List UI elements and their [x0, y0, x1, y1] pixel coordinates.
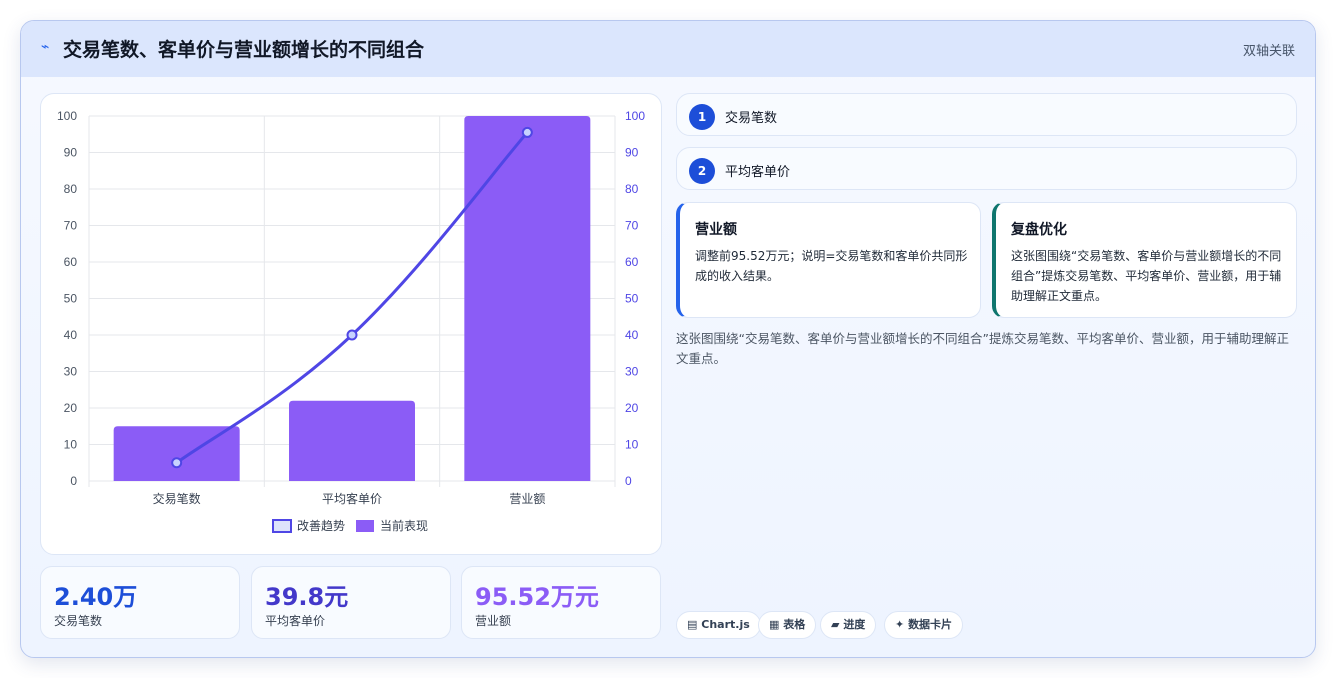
y2-axis-tick-label: 100: [625, 109, 645, 123]
y-axis-tick-label: 90: [64, 146, 78, 160]
legend-swatch-current: [356, 520, 374, 532]
chip-progress[interactable]: ▰ 进度: [820, 611, 877, 639]
table-icon: ▦: [769, 618, 780, 631]
step-label: 交易笔数: [725, 111, 778, 126]
header-tag: 双轴关联: [1242, 44, 1295, 59]
trend-line-icon: ⌁: [41, 39, 50, 55]
bar-2: [464, 116, 591, 481]
bar-1: [289, 400, 415, 481]
chart-icon: ▤: [687, 618, 698, 631]
y2-axis-tick-label: 0: [625, 474, 632, 488]
chip-data-card[interactable]: ✦ 数据卡片: [884, 611, 964, 639]
step-number: 2: [689, 158, 715, 184]
kpi-value: 2.40万: [54, 583, 138, 611]
x-axis-tick-label: 营业额: [509, 492, 545, 506]
kpi-value: 39.8元: [265, 583, 349, 611]
y2-axis-tick-label: 70: [625, 219, 639, 233]
panel-header: ⌁ 交易笔数、客单价与营业额增长的不同组合 双轴关联: [21, 21, 1315, 77]
info-card-title: 复盘优化: [1011, 222, 1067, 238]
x-axis-tick-label: 交易笔数: [153, 491, 201, 506]
y-axis-tick-label: 70: [64, 219, 78, 233]
y-axis-tick-label: 50: [64, 292, 78, 306]
y-axis-tick-label: 100: [57, 109, 77, 123]
sparkle-icon: ✦: [895, 618, 905, 631]
progress-icon: ▰: [831, 618, 840, 631]
main-panel: ⌁ 交易笔数、客单价与营业额增长的不同组合 双轴关联 0 0 10 10 20 20 30 3…: [20, 20, 1316, 658]
y-axis-tick-label: 30: [64, 365, 78, 379]
y2-axis-tick-label: 90: [625, 146, 639, 160]
y2-axis-tick-label: 10: [625, 438, 639, 452]
info-card-revenue: 营业额 调整前95.52万元；说明=交易笔数和客单价共同形成的收入结果。: [676, 202, 981, 318]
y2-axis-tick-label: 80: [625, 182, 639, 196]
chip-label: 表格: [783, 618, 806, 631]
chip-label: 数据卡片: [908, 618, 953, 631]
step-item-1[interactable]: 1 交易笔数: [676, 93, 1297, 136]
y-axis-tick-label: 10: [64, 438, 78, 452]
chip-label: 进度: [843, 618, 866, 631]
step-label: 平均客单价: [725, 165, 791, 180]
chip-chartjs[interactable]: ▤ Chart.js: [676, 611, 761, 639]
trend-point-0: [171, 457, 183, 469]
legend-label-trend: 改善趋势: [297, 518, 345, 533]
step-number: 1: [689, 104, 715, 130]
y2-axis-tick-label: 50: [625, 292, 639, 306]
info-card-body: 这张图围绕“交易笔数、客单价与营业额增长的不同组合”提炼交易笔数、平均客单价、营…: [1011, 249, 1282, 303]
kpi-card-avg-price: 39.8元 平均客单价: [251, 566, 451, 639]
trend-point-1: [346, 329, 358, 341]
page-title: 交易笔数、客单价与营业额增长的不同组合: [63, 39, 425, 61]
y-axis-tick-label: 60: [64, 255, 78, 269]
legend-label-current: 当前表现: [380, 518, 428, 533]
trend-point-2: [521, 126, 533, 138]
chip-table[interactable]: ▦ 表格: [758, 611, 817, 639]
info-card-body: 调整前95.52万元；说明=交易笔数和客单价共同形成的收入结果。: [695, 249, 968, 283]
y2-axis-tick-label: 30: [625, 365, 639, 379]
x-axis-tick-label: 平均客单价: [322, 491, 382, 506]
kpi-value: 95.52万元: [475, 583, 599, 611]
y-axis-tick-label: 20: [64, 401, 78, 415]
y-axis-tick-label: 80: [64, 182, 78, 196]
y-axis-tick-label: 40: [64, 328, 78, 342]
chip-label: Chart.js: [701, 618, 750, 631]
kpi-label: 营业额: [475, 614, 512, 628]
info-card-title: 营业额: [695, 222, 737, 238]
y2-axis-tick-label: 60: [625, 255, 639, 269]
step-item-2[interactable]: 2 平均客单价: [676, 147, 1297, 190]
chart-card: 0 0 10 10 20 20 30 30 40 40 50 50 60 60 70 70 80 80 90 90 10…: [40, 93, 662, 555]
y2-axis-tick-label: 20: [625, 401, 639, 415]
dual-axis-chart: 0 0 10 10 20 20 30 30 40 40 50 50 60 60 70 70 80 80 90 90 10…: [57, 109, 645, 533]
kpi-card-transactions: 2.40万 交易笔数: [40, 566, 240, 639]
summary-text: 这张图围绕“交易笔数、客单价与营业额增长的不同组合”提炼交易笔数、平均客单价、营…: [676, 331, 1289, 366]
kpi-label: 平均客单价: [265, 614, 326, 628]
info-card-review: 复盘优化 这张图围绕“交易笔数、客单价与营业额增长的不同组合”提炼交易笔数、平均…: [992, 202, 1297, 318]
kpi-card-revenue: 95.52万元 营业额: [461, 566, 661, 639]
y-axis-tick-label: 0: [70, 474, 77, 488]
y2-axis-tick-label: 40: [625, 328, 639, 342]
kpi-label: 交易笔数: [54, 614, 103, 628]
legend-swatch-trend: [272, 519, 292, 533]
